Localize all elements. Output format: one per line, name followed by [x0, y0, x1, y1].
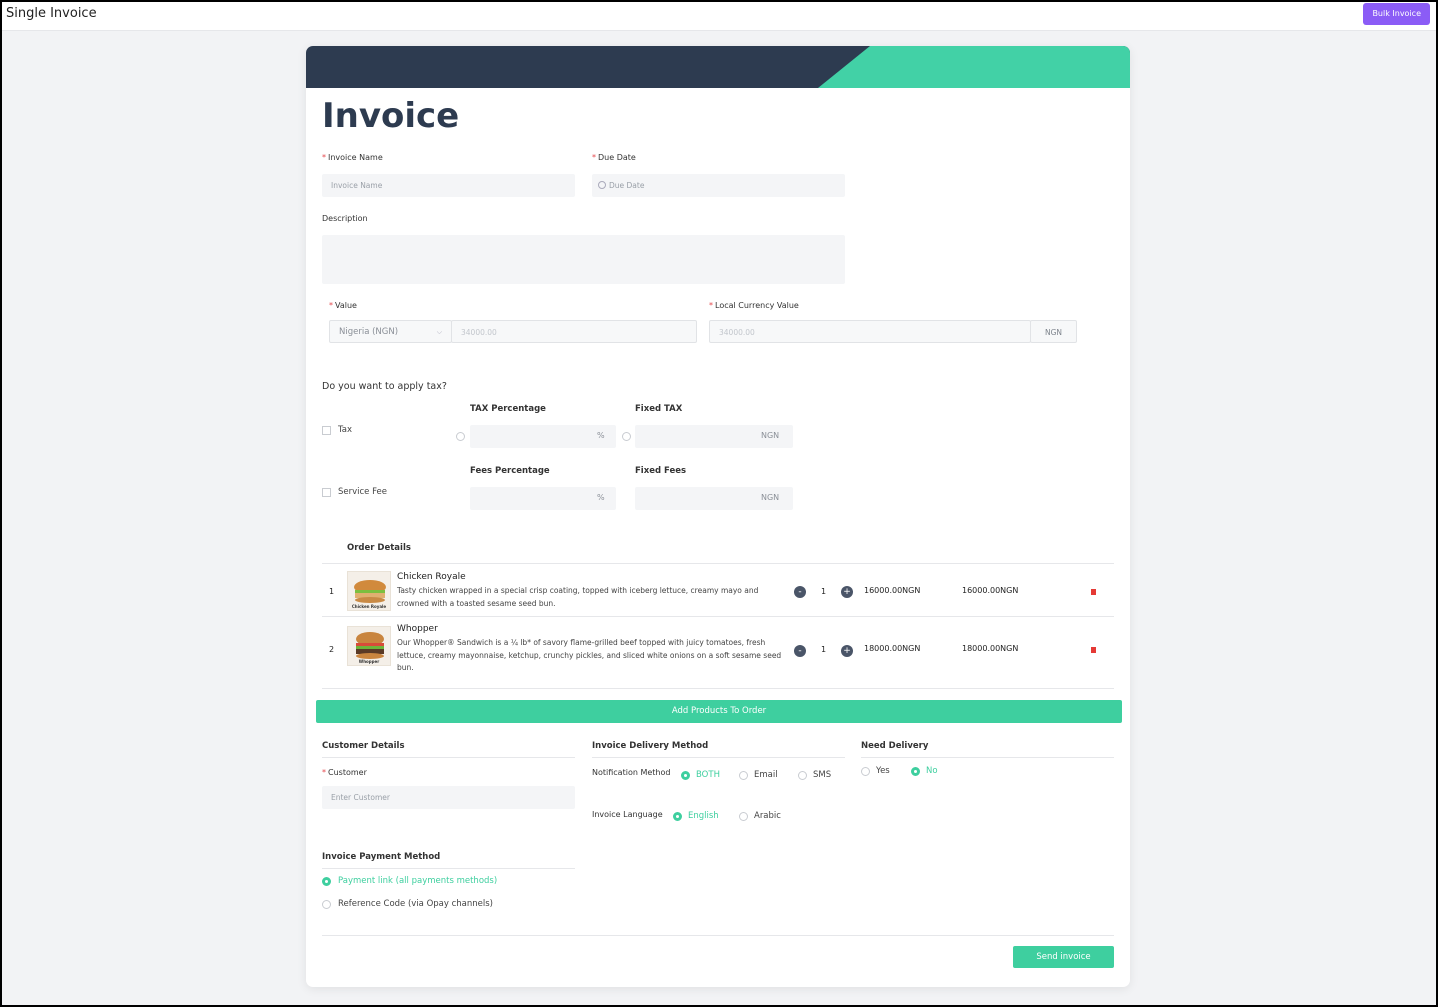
- quantity-value: 1: [821, 587, 827, 596]
- country-select-value: Nigeria (NGN): [339, 327, 399, 337]
- country-select[interactable]: Nigeria (NGN) ⌵: [329, 320, 452, 343]
- notification-method-label: Notification Method: [592, 768, 671, 777]
- need-delivery-no-label: No: [926, 766, 938, 776]
- due-date-label: * Due Date: [592, 153, 636, 162]
- local-currency-input[interactable]: 34000.00: [709, 320, 1031, 343]
- invoice-name-label: * Invoice Name: [322, 153, 383, 162]
- delete-item-icon[interactable]: [1091, 589, 1096, 595]
- fees-percent-symbol: %: [597, 493, 605, 502]
- payment-link-radio[interactable]: [322, 877, 331, 886]
- increase-qty-button[interactable]: +: [841, 645, 853, 657]
- service-fee-checkbox-label: Service Fee: [338, 487, 387, 497]
- decrease-qty-button[interactable]: -: [794, 586, 806, 598]
- language-arabic-radio[interactable]: [739, 812, 748, 821]
- local-currency-unit: NGN: [1030, 320, 1077, 343]
- customer-label: * Customer: [322, 768, 367, 777]
- reference-code-label: Reference Code (via Opay channels): [338, 899, 493, 909]
- notification-sms-label: SMS: [813, 770, 832, 780]
- product-thumbnail: Chicken Royale: [347, 571, 391, 611]
- thumb-caption: Chicken Royale: [351, 604, 387, 609]
- unit-price: 16000.00NGN: [864, 586, 921, 595]
- delivery-divider: [592, 757, 845, 758]
- payment-link-label: Payment link (all payments methods): [338, 876, 498, 886]
- add-products-button[interactable]: Add Products To Order: [316, 700, 1122, 723]
- clock-icon: [598, 181, 606, 189]
- order-divider-bottom: [322, 688, 1114, 689]
- line-total: 16000.00NGN: [962, 586, 1019, 595]
- send-invoice-button[interactable]: Send invoice: [1013, 946, 1114, 968]
- payment-method-title: Invoice Payment Method: [322, 852, 441, 862]
- description-textarea[interactable]: [322, 235, 845, 284]
- product-thumbnail: Whopper: [347, 626, 391, 666]
- value-label: * Value: [329, 301, 357, 310]
- product-description: Our Whopper® Sandwich is a ¼ lb* of savo…: [397, 638, 782, 672]
- invoice-banner: [306, 46, 1130, 88]
- fixed-fees-label: Fixed Fees: [635, 466, 687, 476]
- chevron-down-icon: ⌵: [436, 328, 442, 336]
- tax-percentage-radio[interactable]: [456, 432, 465, 441]
- need-delivery-title: Need Delivery: [861, 741, 929, 751]
- notification-email-radio[interactable]: [739, 771, 748, 780]
- order-divider: [322, 616, 1114, 617]
- bulk-invoice-button[interactable]: Bulk Invoice: [1363, 3, 1430, 25]
- product-description: Tasty chicken wrapped in a special crisp…: [397, 586, 759, 608]
- notification-both-label: BOTH: [696, 770, 720, 780]
- due-date-placeholder: Due Date: [609, 181, 645, 190]
- language-english-label: English: [688, 811, 719, 821]
- local-currency-label: * Local Currency Value: [709, 301, 799, 310]
- description-label: Description: [322, 214, 368, 223]
- unit-price: 18000.00NGN: [864, 644, 921, 653]
- top-bar: Single Invoice Bulk Invoice: [2, 2, 1436, 31]
- need-delivery-yes-label: Yes: [876, 766, 890, 776]
- notification-both-radio[interactable]: [681, 771, 690, 780]
- order-item-index: 1: [329, 587, 335, 596]
- tax-percentage-input[interactable]: [470, 425, 616, 448]
- fixed-tax-currency: NGN: [761, 431, 780, 440]
- fees-percentage-input[interactable]: [470, 487, 616, 510]
- order-details-title: Order Details: [347, 543, 411, 553]
- tax-checkbox-label: Tax: [338, 425, 353, 435]
- increase-qty-button[interactable]: +: [841, 586, 853, 598]
- fixed-tax-radio[interactable]: [622, 432, 631, 441]
- value-amount-input[interactable]: 34000.00: [451, 320, 697, 343]
- payment-divider: [322, 868, 575, 869]
- tax-percent-symbol: %: [597, 431, 605, 440]
- service-fee-checkbox[interactable]: [322, 488, 331, 497]
- fixed-tax-label: Fixed TAX: [635, 404, 683, 414]
- need-delivery-divider: [861, 757, 1114, 758]
- customer-details-title: Customer Details: [322, 741, 405, 751]
- invoice-heading: Invoice: [322, 96, 460, 136]
- product-name: Whopper: [397, 624, 438, 634]
- need-delivery-yes-radio[interactable]: [861, 767, 870, 776]
- line-total: 18000.00NGN: [962, 644, 1019, 653]
- customer-input[interactable]: Enter Customer: [322, 786, 575, 809]
- fees-percentage-label: Fees Percentage: [470, 466, 550, 476]
- order-divider-top: [322, 563, 1114, 564]
- invoice-name-input[interactable]: Invoice Name: [322, 174, 575, 197]
- product-name: Chicken Royale: [397, 572, 466, 582]
- invoice-card: Invoice * Invoice Name Invoice Name * Due …: [306, 46, 1130, 987]
- decrease-qty-button[interactable]: -: [794, 645, 806, 657]
- due-date-input[interactable]: Due Date: [592, 174, 845, 197]
- invoice-language-label: Invoice Language: [592, 810, 663, 819]
- footer-divider: [322, 935, 1114, 936]
- order-item-index: 2: [329, 645, 335, 654]
- thumb-caption: Whopper: [358, 659, 380, 664]
- reference-code-radio[interactable]: [322, 900, 331, 909]
- need-delivery-no-radio[interactable]: [911, 767, 920, 776]
- language-arabic-label: Arabic: [754, 811, 781, 821]
- language-english-radio[interactable]: [673, 812, 682, 821]
- delivery-method-title: Invoice Delivery Method: [592, 741, 709, 751]
- tax-checkbox[interactable]: [322, 426, 331, 435]
- notification-sms-radio[interactable]: [798, 771, 807, 780]
- customer-divider: [322, 757, 575, 758]
- delete-item-icon[interactable]: [1091, 647, 1096, 653]
- page-title: Single Invoice: [6, 6, 97, 21]
- notification-email-label: Email: [754, 770, 778, 780]
- quantity-value: 1: [821, 645, 827, 654]
- tax-question: Do you want to apply tax?: [322, 381, 447, 392]
- fixed-fees-currency: NGN: [761, 493, 780, 502]
- tax-percentage-label: TAX Percentage: [470, 404, 546, 414]
